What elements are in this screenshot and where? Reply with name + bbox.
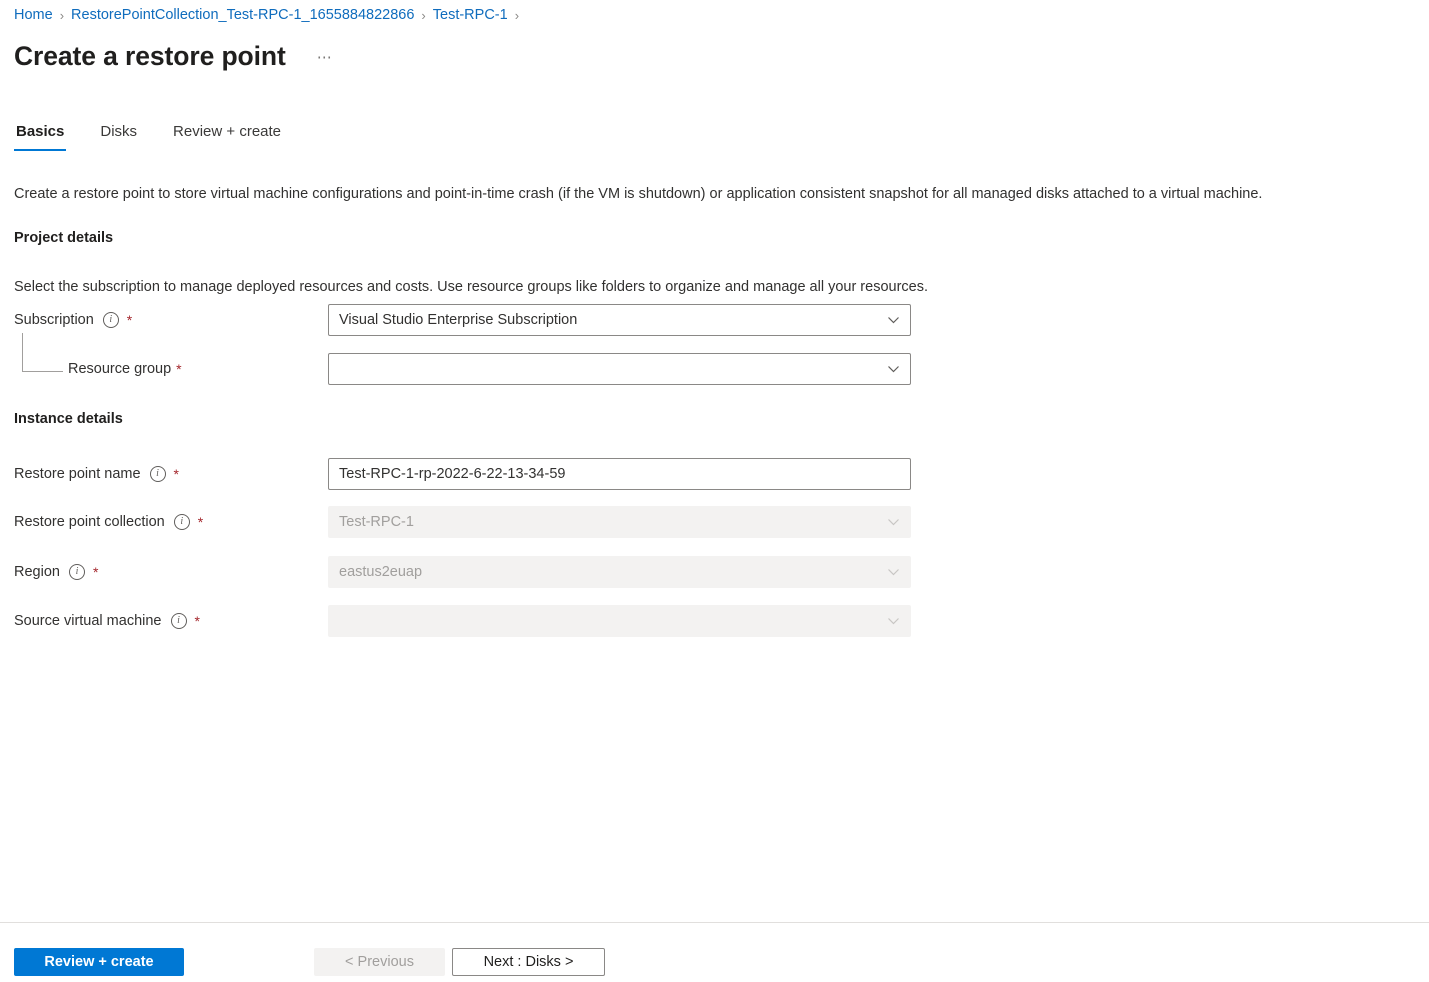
breadcrumb-separator-icon: › bbox=[515, 8, 519, 23]
previous-button: < Previous bbox=[314, 948, 445, 976]
breadcrumb-item-test-rpc-1[interactable]: Test-RPC-1 bbox=[433, 7, 508, 23]
page-header: Create a restore point ⋯ bbox=[14, 38, 338, 74]
source-virtual-machine-label: Source virtual machine i * bbox=[14, 605, 200, 637]
restore-point-name-label-text: Restore point name bbox=[14, 464, 141, 484]
section-heading-project-details: Project details bbox=[14, 228, 113, 248]
resource-group-label: Resource group * bbox=[68, 353, 182, 385]
section-heading-instance-details: Instance details bbox=[14, 409, 123, 429]
chevron-down-icon bbox=[887, 363, 900, 376]
region-label-text: Region bbox=[14, 562, 60, 582]
restore-point-collection-value: Test-RPC-1 bbox=[339, 512, 414, 532]
field-row-source-virtual-machine: Source virtual machine i * bbox=[0, 605, 1429, 637]
resource-group-dropdown[interactable] bbox=[328, 353, 911, 385]
required-indicator: * bbox=[93, 565, 98, 579]
region-dropdown: eastus2euap bbox=[328, 556, 911, 588]
source-virtual-machine-label-text: Source virtual machine bbox=[14, 611, 162, 631]
info-icon[interactable]: i bbox=[150, 466, 166, 482]
chevron-down-icon bbox=[887, 615, 900, 628]
required-indicator: * bbox=[195, 614, 200, 628]
info-icon[interactable]: i bbox=[171, 613, 187, 629]
chevron-down-icon bbox=[887, 566, 900, 579]
restore-point-name-label: Restore point name i * bbox=[14, 458, 179, 490]
footer-bar bbox=[0, 923, 1429, 982]
restore-point-name-value: Test-RPC-1-rp-2022-6-22-13-34-59 bbox=[339, 464, 565, 484]
info-icon[interactable]: i bbox=[69, 564, 85, 580]
required-indicator: * bbox=[176, 362, 181, 376]
field-row-resource-group: Resource group * bbox=[0, 353, 1429, 385]
region-label: Region i * bbox=[14, 556, 98, 588]
breadcrumb-item-restore-point-collection[interactable]: RestorePointCollection_Test-RPC-1_165588… bbox=[71, 7, 414, 23]
more-options-icon[interactable]: ⋯ bbox=[312, 50, 339, 66]
breadcrumb: Home › RestorePointCollection_Test-RPC-1… bbox=[14, 4, 526, 26]
subscription-value: Visual Studio Enterprise Subscription bbox=[339, 310, 577, 330]
required-indicator: * bbox=[127, 313, 132, 327]
chevron-down-icon bbox=[887, 516, 900, 529]
project-details-helper-text: Select the subscription to manage deploy… bbox=[14, 277, 928, 297]
info-icon[interactable]: i bbox=[103, 312, 119, 328]
restore-point-collection-label-text: Restore point collection bbox=[14, 512, 165, 532]
resource-group-label-text: Resource group bbox=[68, 359, 171, 379]
subscription-dropdown[interactable]: Visual Studio Enterprise Subscription bbox=[328, 304, 911, 336]
source-virtual-machine-dropdown bbox=[328, 605, 911, 637]
info-icon[interactable]: i bbox=[174, 514, 190, 530]
field-row-subscription: Subscription i * Visual Studio Enterpris… bbox=[0, 304, 1429, 336]
tab-bar: Basics Disks Review + create bbox=[14, 122, 315, 156]
field-row-restore-point-name: Restore point name i * Test-RPC-1-rp-202… bbox=[0, 458, 1429, 490]
restore-point-collection-label: Restore point collection i * bbox=[14, 506, 203, 538]
chevron-down-icon bbox=[887, 314, 900, 327]
tab-disks[interactable]: Disks bbox=[98, 122, 139, 151]
review-create-button[interactable]: Review + create bbox=[14, 948, 184, 976]
next-disks-button[interactable]: Next : Disks > bbox=[452, 948, 605, 976]
tab-review-create[interactable]: Review + create bbox=[171, 122, 283, 151]
required-indicator: * bbox=[174, 467, 179, 481]
restore-point-name-input[interactable]: Test-RPC-1-rp-2022-6-22-13-34-59 bbox=[328, 458, 911, 490]
breadcrumb-item-home[interactable]: Home bbox=[14, 7, 53, 23]
breadcrumb-separator-icon: › bbox=[421, 8, 425, 23]
region-value: eastus2euap bbox=[339, 562, 422, 582]
tab-basics[interactable]: Basics bbox=[14, 122, 66, 151]
breadcrumb-separator-icon: › bbox=[60, 8, 64, 23]
subscription-label-text: Subscription bbox=[14, 310, 94, 330]
restore-point-collection-dropdown: Test-RPC-1 bbox=[328, 506, 911, 538]
subscription-label: Subscription i * bbox=[14, 304, 132, 336]
page-title: Create a restore point bbox=[14, 39, 286, 73]
field-row-restore-point-collection: Restore point collection i * Test-RPC-1 bbox=[0, 506, 1429, 538]
form-description: Create a restore point to store virtual … bbox=[14, 184, 1262, 204]
field-row-region: Region i * eastus2euap bbox=[0, 556, 1429, 588]
required-indicator: * bbox=[198, 515, 203, 529]
